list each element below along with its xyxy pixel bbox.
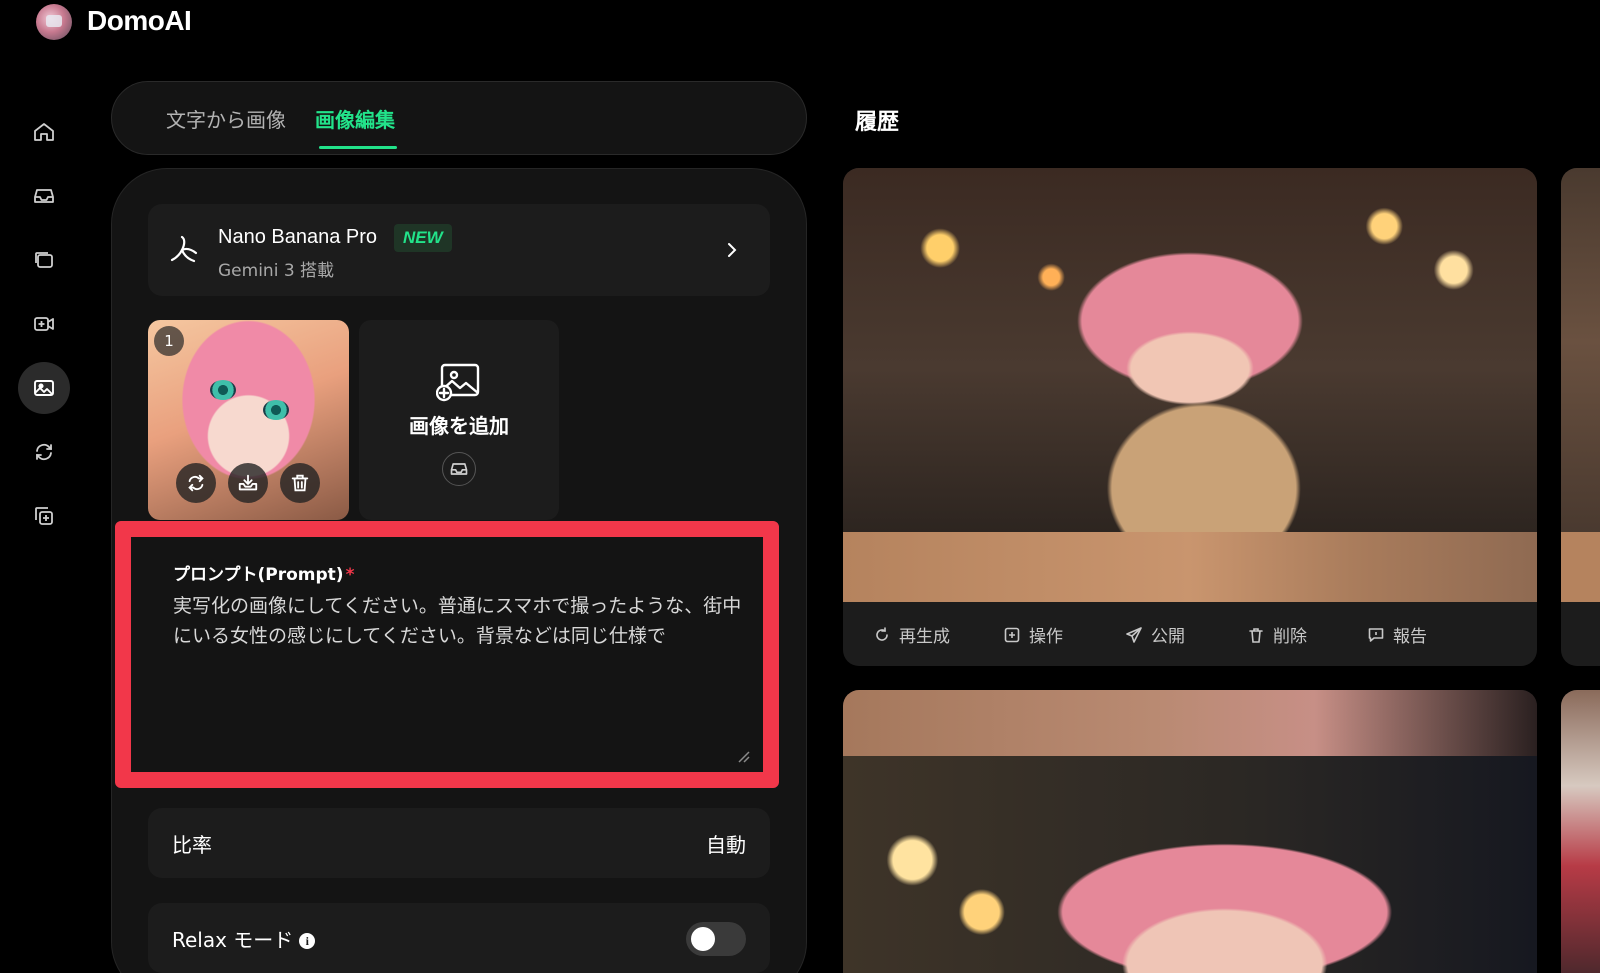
video-add-icon [34, 317, 54, 331]
chat-icon [1368, 627, 1384, 642]
inbox-icon [450, 463, 468, 475]
relax-mode-toggle[interactable] [686, 922, 746, 956]
add-image-icon [436, 363, 480, 402]
send-icon [1126, 626, 1142, 643]
relax-mode-row: Relax モード i [148, 903, 770, 973]
model-selector[interactable]: Nano Banana Pro NEW Gemini 3 搭載 [148, 204, 770, 296]
top-bar: DomoAI [0, 0, 1600, 48]
model-name: Nano Banana Pro [218, 226, 378, 248]
report-button[interactable]: 報告 [1367, 622, 1427, 647]
home-icon [34, 123, 54, 141]
relax-mode-label: Relax モード i [172, 924, 316, 953]
image-icon [34, 380, 54, 396]
sidebar-item-video[interactable] [18, 298, 70, 350]
card-actions: 再生成 操作 公開 削除 報告 [843, 602, 1537, 666]
download-tray-icon [238, 474, 258, 491]
delete-button[interactable]: 削除 [1247, 622, 1307, 647]
ratio-value: 自動 [706, 833, 746, 857]
thumb-eye-left [210, 380, 236, 400]
uploaded-image-thumbnail[interactable]: 1 [148, 320, 349, 520]
chevron-right-icon [728, 243, 737, 257]
add-image-label: 画像を追加 [409, 414, 509, 438]
choose-from-library-button[interactable] [442, 452, 476, 486]
info-icon[interactable]: i [299, 933, 316, 949]
trash-icon [1249, 627, 1263, 643]
history-card[interactable] [843, 690, 1537, 973]
generated-image[interactable] [843, 756, 1537, 973]
brand-name[interactable]: DomoAI [87, 5, 192, 37]
history-card[interactable] [1561, 168, 1600, 666]
add-image-button[interactable]: 画像を追加 [359, 320, 559, 520]
history-title: 履歴 [855, 110, 900, 135]
image-index-badge: 1 [154, 326, 184, 356]
inbox-icon [34, 189, 54, 203]
toggle-knob [691, 927, 715, 951]
new-badge: NEW [394, 224, 452, 252]
sidebar-nav [14, 100, 74, 560]
active-tab-indicator [319, 146, 397, 149]
copy-plus-icon [35, 507, 53, 525]
sidebar-item-home[interactable] [18, 106, 70, 158]
layers-icon [35, 252, 53, 268]
save-to-library-button[interactable] [228, 463, 268, 503]
sidebar-item-image[interactable] [18, 362, 70, 414]
delete-image-button[interactable] [280, 463, 320, 503]
aspect-ratio-selector[interactable]: 比率 自動 [148, 808, 770, 878]
banana-icon [170, 235, 198, 263]
history-card[interactable] [1561, 690, 1600, 973]
generated-image-strip [843, 690, 1537, 756]
tab-text-to-image[interactable]: 文字から画像 [166, 104, 286, 133]
sidebar-item-library[interactable] [18, 170, 70, 222]
thumb-eye-right [263, 400, 289, 420]
operate-button[interactable]: 操作 [1003, 622, 1063, 647]
mode-tabs: 文字から画像 画像編集 [111, 81, 807, 155]
model-subtitle: Gemini 3 搭載 [218, 261, 335, 281]
swap-icon [188, 474, 204, 492]
generated-image-strip [1561, 532, 1600, 602]
trash-icon [291, 474, 309, 492]
sidebar-item-convert[interactable] [18, 426, 70, 478]
prompt-highlight-frame [115, 521, 779, 788]
generated-image[interactable] [1561, 690, 1600, 973]
plus-square-icon [1004, 627, 1020, 642]
regenerate-button[interactable]: 再生成 [873, 622, 950, 647]
ratio-label: 比率 [172, 833, 212, 857]
sidebar-item-gallery[interactable] [18, 234, 70, 286]
generated-image[interactable] [843, 168, 1537, 532]
refresh-icon [36, 443, 52, 461]
publish-button[interactable]: 公開 [1125, 622, 1185, 647]
generated-image-strip [843, 532, 1537, 602]
replace-image-button[interactable] [176, 463, 216, 503]
sidebar-item-tools[interactable] [18, 490, 70, 542]
tab-image-edit[interactable]: 画像編集 [315, 104, 395, 133]
history-card[interactable]: 再生成 操作 公開 削除 報告 [843, 168, 1537, 666]
logo-icon[interactable] [36, 4, 72, 40]
regenerate-icon [876, 626, 888, 641]
